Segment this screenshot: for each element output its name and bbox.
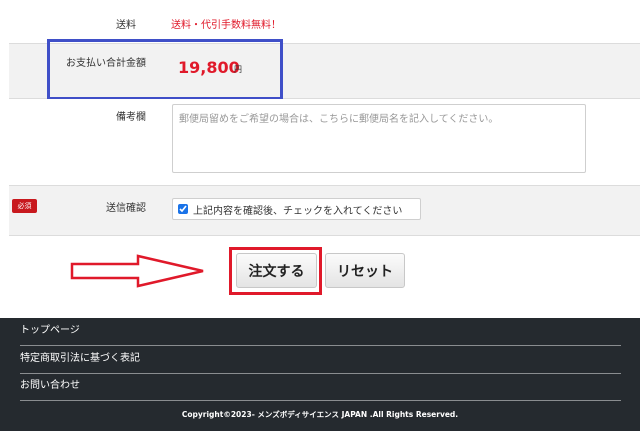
order-form: 送料 送料・代引手数料無料！ お支払い合計金額 19,800 円 備考欄 必須 … bbox=[9, 0, 640, 236]
reset-button[interactable]: リセット bbox=[325, 253, 405, 288]
right-arrow-icon bbox=[70, 254, 204, 288]
confirm-row: 必須 送信確認 上記内容を確認後、チェックを入れてください bbox=[9, 186, 640, 236]
confirm-checkbox-field[interactable]: 上記内容を確認後、チェックを入れてください bbox=[172, 198, 421, 220]
remarks-row: 備考欄 bbox=[9, 99, 640, 186]
copyright-text: Copyright©2023- メンズボディサイエンス JAPAN .All R… bbox=[181, 410, 459, 419]
site-footer: トップページ 特定商取引法に基づく表記 お問い合わせ Copyright©202… bbox=[0, 318, 640, 431]
footer-link-legal-notice[interactable]: 特定商取引法に基づく表記 bbox=[20, 346, 621, 374]
footer-link-contact[interactable]: お問い合わせ bbox=[20, 373, 621, 401]
confirm-checkbox-label: 上記内容を確認後、チェックを入れてください bbox=[193, 205, 403, 217]
confirm-checkbox[interactable] bbox=[178, 204, 188, 214]
required-badge: 必須 bbox=[12, 199, 37, 213]
remarks-textarea[interactable] bbox=[172, 104, 586, 173]
order-button[interactable]: 注文する bbox=[236, 253, 317, 288]
confirm-label: 送信確認 bbox=[106, 203, 146, 214]
total-highlight-box bbox=[47, 39, 283, 100]
shipping-value: 送料・代引手数料無料！ bbox=[171, 20, 281, 31]
remarks-label: 備考欄 bbox=[116, 112, 146, 123]
shipping-row: 送料 送料・代引手数料無料！ bbox=[9, 0, 640, 44]
footer-link-top-page[interactable]: トップページ bbox=[20, 318, 621, 346]
shipping-label: 送料 bbox=[116, 20, 136, 31]
total-row: お支払い合計金額 19,800 円 bbox=[9, 39, 640, 100]
